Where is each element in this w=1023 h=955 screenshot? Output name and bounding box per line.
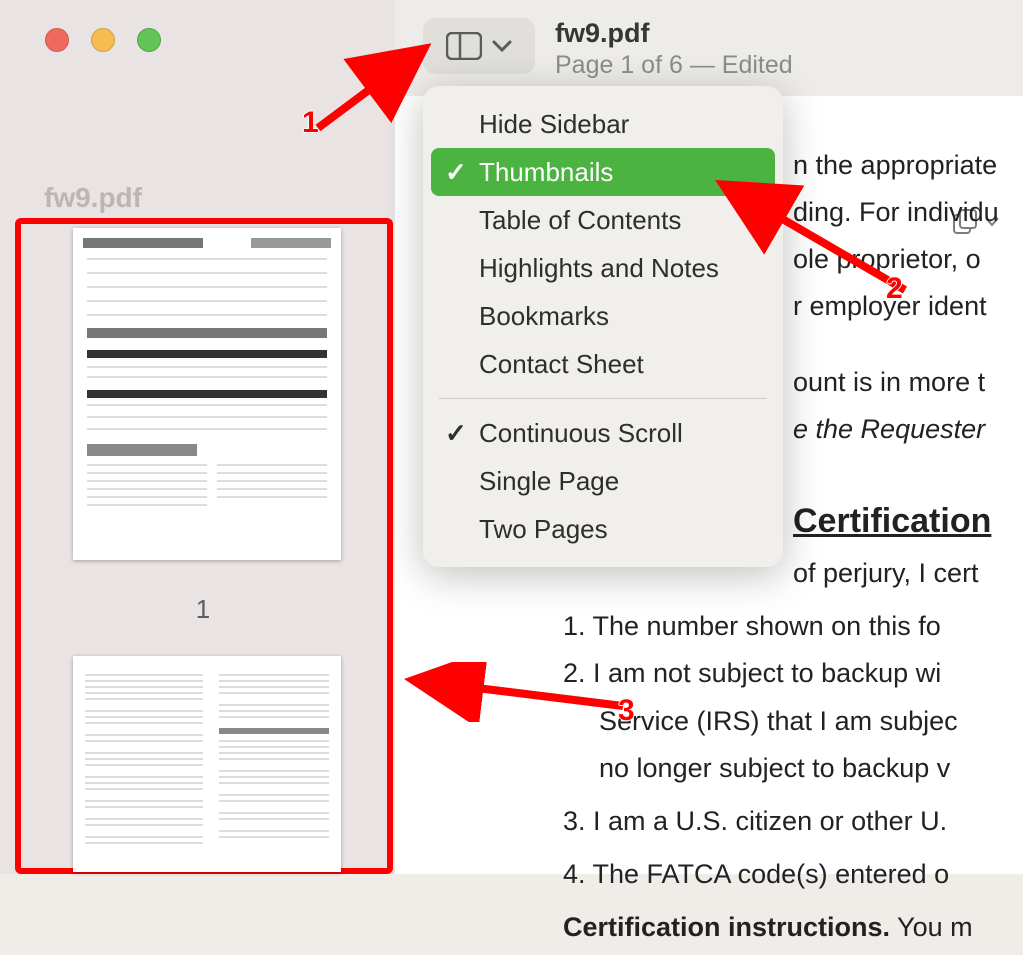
file-title: fw9.pdf: [555, 18, 793, 49]
menu-item-label: Bookmarks: [479, 301, 609, 332]
cert-instr-bold: Certification instructions.: [563, 912, 890, 942]
menu-item-label: Two Pages: [479, 514, 608, 545]
doc-cert-instructions: Certification instructions. You m: [563, 908, 1023, 947]
sidebar: fw9.pdf: [0, 0, 395, 874]
window-zoom-button[interactable]: [137, 28, 161, 52]
window-close-button[interactable]: [45, 28, 69, 52]
menu-item-label: Table of Contents: [479, 205, 681, 236]
page-status: Page 1 of 6 — Edited: [555, 51, 793, 80]
chevron-down-icon: [492, 39, 512, 53]
menu-item-label: Highlights and Notes: [479, 253, 719, 284]
menu-item-single-page[interactable]: Single Page: [431, 457, 775, 505]
menu-item-continuous-scroll[interactable]: ✓ Continuous Scroll: [431, 409, 775, 457]
thumbnails-list: 1: [15, 218, 393, 874]
sidebar-view-menu: Hide Sidebar ✓ Thumbnails Table of Conte…: [423, 86, 783, 567]
menu-item-bookmarks[interactable]: Bookmarks: [431, 292, 775, 340]
sidebar-view-button[interactable]: [423, 18, 535, 74]
sidebar-icon: [446, 32, 482, 60]
menu-separator: [439, 398, 767, 399]
menu-item-label: Continuous Scroll: [479, 418, 683, 449]
menu-item-contact-sheet[interactable]: Contact Sheet: [431, 340, 775, 388]
checkmark-icon: ✓: [445, 157, 467, 188]
menu-item-label: Contact Sheet: [479, 349, 644, 380]
annotation-label-2: 2: [886, 272, 903, 306]
menu-item-two-pages[interactable]: Two Pages: [431, 505, 775, 553]
menu-item-label: Thumbnails: [479, 157, 613, 188]
thumbnail-page-1[interactable]: [73, 228, 341, 560]
window-minimize-button[interactable]: [91, 28, 115, 52]
thumbnail-page-2[interactable]: [73, 656, 341, 872]
menu-item-label: Hide Sidebar: [479, 109, 629, 140]
toolbar: fw9.pdf Page 1 of 6 — Edited: [395, 0, 1023, 92]
annotation-label-3: 3: [618, 694, 635, 728]
menu-item-highlights-notes[interactable]: Highlights and Notes: [431, 244, 775, 292]
menu-item-hide-sidebar[interactable]: Hide Sidebar: [431, 100, 775, 148]
thumbnail-page-1-label: 1: [69, 594, 337, 625]
annotation-label-1: 1: [302, 106, 319, 140]
menu-item-table-of-contents[interactable]: Table of Contents: [431, 196, 775, 244]
cert-instr-tail: You m: [890, 912, 973, 942]
menu-item-label: Single Page: [479, 466, 619, 497]
checkmark-icon: ✓: [445, 418, 467, 449]
file-info: fw9.pdf Page 1 of 6 — Edited: [555, 18, 793, 80]
menu-item-thumbnails[interactable]: ✓ Thumbnails: [431, 148, 775, 196]
window-controls: [45, 28, 161, 52]
sidebar-file-title: fw9.pdf: [44, 182, 142, 214]
